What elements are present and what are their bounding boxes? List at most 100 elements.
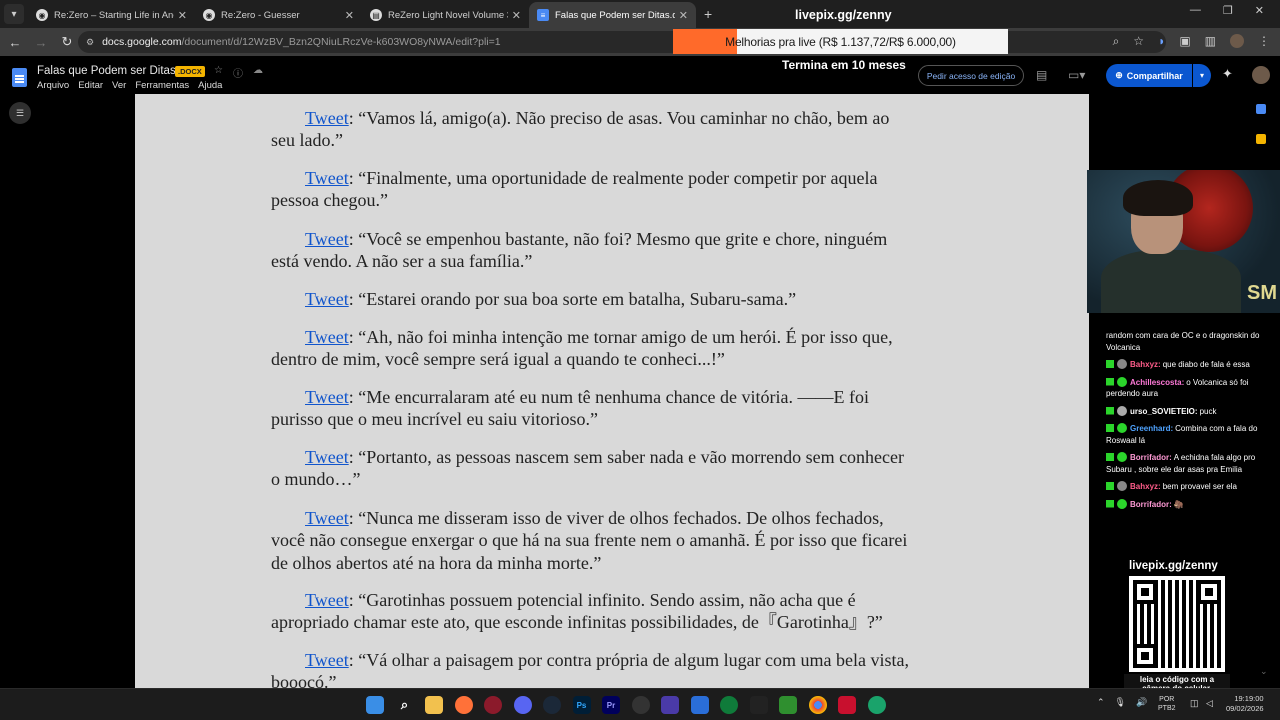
keep-icon[interactable] <box>1256 134 1266 144</box>
webcam-overlay-text: SM <box>1247 282 1277 304</box>
close-icon[interactable]: ✕ <box>512 9 521 22</box>
request-edit-button[interactable]: Pedir acesso de edição <box>918 65 1024 86</box>
tab-rezero-wiki[interactable]: ◉ Re:Zero – Starting Life in Anoth ✕ <box>28 2 195 28</box>
site-info-icon[interactable]: ⚙ <box>86 37 94 48</box>
tweet-link[interactable]: Tweet <box>305 508 349 528</box>
app-icon[interactable] <box>749 696 768 714</box>
tweet-link[interactable]: Tweet <box>305 229 349 249</box>
network-icon[interactable]: ◫ <box>1190 698 1199 709</box>
quote-paragraph: Tweet: “Finalmente, uma oportunidade de … <box>271 168 878 211</box>
tab-rezero-guesser[interactable]: ◉ Re:Zero - Guesser ✕ <box>195 2 362 28</box>
info-icon[interactable]: ⓘ <box>233 65 243 80</box>
share-dropdown-button[interactable]: ▾ <box>1193 64 1211 87</box>
photoshop-icon[interactable]: Ps <box>572 696 591 714</box>
tweet-link[interactable]: Tweet <box>305 447 349 467</box>
docs-logo-icon[interactable] <box>12 68 27 87</box>
livepix-goal-text: Melhorias pra live (R$ 1.137,72/R$ 6.000… <box>725 34 956 49</box>
quote-paragraph: Tweet: “Me encurralaram até eu num tê ne… <box>271 387 869 430</box>
app-icon[interactable] <box>867 696 886 714</box>
new-tab-button[interactable]: + <box>704 6 712 22</box>
tweet-link[interactable]: Tweet <box>305 168 349 188</box>
account-avatar[interactable] <box>1252 66 1270 84</box>
menu-ferramentas[interactable]: Ferramentas <box>135 80 189 91</box>
back-icon[interactable]: ← <box>2 35 28 50</box>
search-icon[interactable]: ⌕ <box>396 696 414 714</box>
quote-paragraph: Tweet: “Ah, não foi minha intenção me to… <box>271 327 893 370</box>
chat-message: Bahxyz: bem provavel ser ela <box>1106 481 1278 493</box>
close-window-icon[interactable]: ✕ <box>1255 4 1264 17</box>
maximize-icon[interactable]: ❐ <box>1223 4 1233 17</box>
sidebar-icon[interactable]: ▥ <box>1205 34 1216 49</box>
chrome-icon[interactable] <box>808 696 827 714</box>
language-indicator[interactable]: POR PTB2 <box>1158 695 1176 713</box>
tweet-link[interactable]: Tweet <box>305 289 349 309</box>
calendar-icon[interactable] <box>1256 104 1266 114</box>
document-outline-icon[interactable]: ☰ <box>9 102 31 124</box>
star-icon[interactable]: ☆ <box>214 65 223 80</box>
microphone-icon[interactable]: 🎙 <box>1115 697 1126 708</box>
meet-icon[interactable]: ▭▾ <box>1068 68 1085 82</box>
media-player-icon[interactable] <box>661 696 679 714</box>
volume-icon[interactable]: 🔊 <box>1136 697 1147 708</box>
livepix-goal-bar: Melhorias pra live (R$ 1.137,72/R$ 6.000… <box>673 29 1008 54</box>
quote-paragraph: Tweet: “Vá olhar a paisagem por contra p… <box>271 650 910 688</box>
tweet-link[interactable]: Tweet <box>305 108 349 128</box>
speaker-icon[interactable]: ◁ <box>1206 698 1213 709</box>
quote-paragraph: Tweet: “Nunca me disseram isso de viver … <box>271 508 908 573</box>
stream-chat: random com cara de OC e o dragonskin do … <box>1106 330 1278 516</box>
windows-start-icon[interactable] <box>366 696 384 714</box>
cloud-status-icon[interactable]: ☁ <box>253 65 263 80</box>
app-icon[interactable] <box>838 696 856 714</box>
obs-icon[interactable] <box>631 696 650 714</box>
quote-paragraph: Tweet: “Vamos lá, amigo(a). Não preciso … <box>271 108 890 151</box>
tweet-link[interactable]: Tweet <box>305 590 349 610</box>
profile-avatar[interactable] <box>1230 34 1244 48</box>
app-icon[interactable] <box>690 696 709 714</box>
extension-icon[interactable]: ◗ <box>1158 34 1165 49</box>
steam-icon[interactable] <box>543 696 561 714</box>
close-icon[interactable]: ✕ <box>178 9 187 22</box>
chat-message: Bahxyz: que diabo de fala é essa <box>1106 359 1278 371</box>
chat-username: Bahxyz: <box>1130 482 1161 491</box>
file-explorer-icon[interactable] <box>425 696 443 714</box>
tab-falas-docx[interactable]: ≡ Falas que Podem ser Ditas.docx ✕ <box>529 2 696 28</box>
browser-menu-icon[interactable]: ⋮ <box>1258 34 1270 49</box>
bookmark-star-icon[interactable]: ☆ <box>1133 34 1144 49</box>
tab-rezero-light-novel[interactable]: ▤ ReZero Light Novel Volume 39 ✕ <box>362 2 529 28</box>
close-icon[interactable]: ✕ <box>679 9 688 22</box>
firefox-icon[interactable] <box>454 696 473 714</box>
comments-icon[interactable]: ▤ <box>1036 68 1047 82</box>
zoom-icon[interactable]: ⌕ <box>1113 34 1120 49</box>
webcam-person-body <box>1101 250 1241 313</box>
forward-icon[interactable]: → <box>28 35 54 50</box>
tweet-link[interactable]: Tweet <box>305 327 349 347</box>
tweet-link[interactable]: Tweet <box>305 650 349 670</box>
share-button[interactable]: ⊕ Compartilhar <box>1106 64 1192 87</box>
title-icons: ☆ ⓘ ☁ <box>214 65 263 80</box>
discord-icon[interactable] <box>513 696 532 714</box>
close-icon[interactable]: ✕ <box>345 9 354 22</box>
document-page[interactable]: Tweet: “Vamos lá, amigo(a). Não preciso … <box>135 94 1089 688</box>
toolbar-icons: ⌕ ☆ ◗ ▣ ▥ ⋮ <box>1113 34 1270 49</box>
webcam-overlay: SM <box>1087 170 1280 313</box>
gemini-icon[interactable]: ✦ <box>1222 66 1233 82</box>
app-icon[interactable] <box>720 696 738 714</box>
premiere-icon[interactable]: Pr <box>602 696 620 714</box>
tray-expand-icon[interactable]: ⌃ <box>1097 697 1105 708</box>
minimize-icon[interactable]: — <box>1190 4 1201 17</box>
reload-icon[interactable]: ↻ <box>54 34 80 50</box>
scroll-down-icon[interactable]: ⌄ <box>1260 666 1268 677</box>
document-title[interactable]: Falas que Podem ser Ditas <box>37 65 176 77</box>
app-icon[interactable] <box>779 696 797 714</box>
chat-username: Bahxyz: <box>1130 360 1161 369</box>
extensions-puzzle-icon[interactable]: ▣ <box>1179 34 1190 49</box>
avatar <box>1117 423 1127 433</box>
menu-ajuda[interactable]: Ajuda <box>198 80 222 91</box>
app-icon[interactable] <box>484 696 502 714</box>
menu-editar[interactable]: Editar <box>78 80 103 91</box>
menu-ver[interactable]: Ver <box>112 80 126 91</box>
tweet-link[interactable]: Tweet <box>305 387 349 407</box>
taskbar-clock[interactable]: 19:19:00 09/02/2026 <box>1226 694 1264 714</box>
tab-search-icon[interactable]: ▾ <box>4 4 24 24</box>
menu-arquivo[interactable]: Arquivo <box>37 80 69 91</box>
